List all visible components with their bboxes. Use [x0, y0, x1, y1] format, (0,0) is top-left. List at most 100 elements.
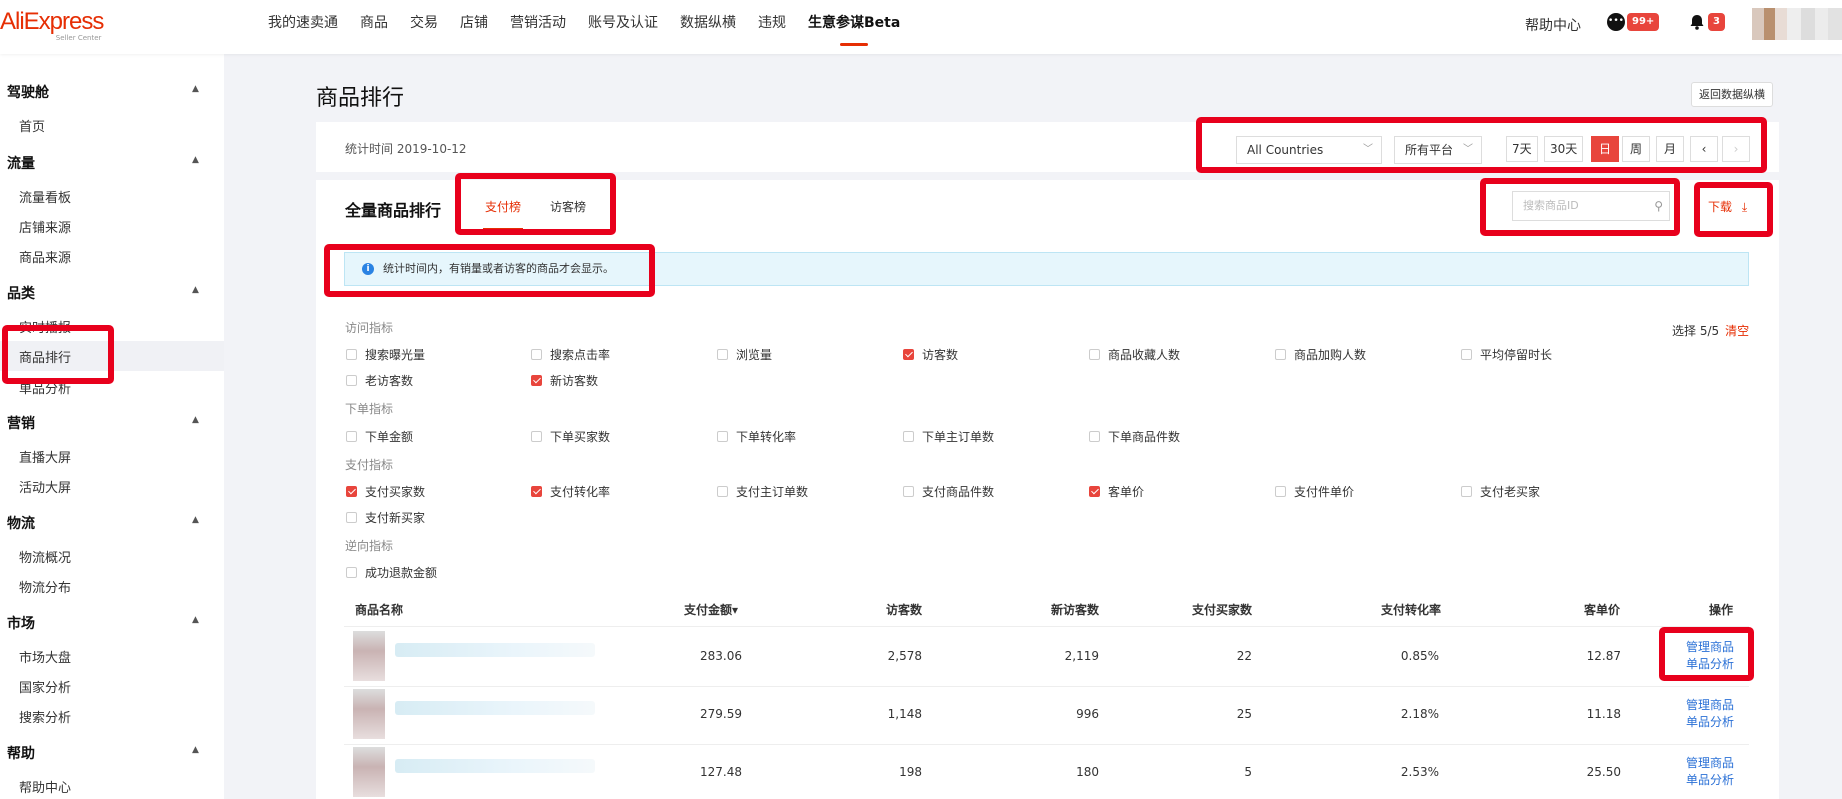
metric-checkbox[interactable]: 支付买家数	[346, 483, 425, 500]
help-center-link[interactable]: 帮助中心	[1525, 15, 1581, 35]
aliexpress-logo[interactable]: AliExpress Seller Center	[0, 10, 104, 42]
metric-checkbox[interactable]: 下单转化率	[717, 428, 796, 445]
checkbox-icon[interactable]	[1089, 431, 1100, 442]
metric-checkbox[interactable]: 老访客数	[346, 372, 413, 389]
back-to-data-button[interactable]: 返回数据纵横	[1691, 82, 1773, 107]
download-button[interactable]: 下载 ⤓	[1708, 198, 1747, 215]
metric-checkbox[interactable]: 下单主订单数	[903, 428, 994, 445]
country-select[interactable]: All Countries ﹀	[1236, 136, 1382, 164]
checkbox-checked-icon[interactable]	[531, 486, 542, 497]
checkbox-icon[interactable]	[346, 375, 357, 386]
metric-checkbox[interactable]: 支付商品件数	[903, 483, 994, 500]
nav-store[interactable]: 店铺	[460, 0, 488, 54]
tab-visitors[interactable]: 访客榜	[550, 198, 586, 215]
collapse-arrow-icon[interactable]: ▲	[192, 285, 199, 295]
checkbox-icon[interactable]	[717, 431, 728, 442]
product-analysis-link[interactable]: 单品分析	[1686, 656, 1734, 673]
clear-selection-link[interactable]: 清空	[1725, 324, 1749, 338]
tab-payment[interactable]: 支付榜	[485, 198, 521, 215]
sidebar-item-live-screen[interactable]: 直播大屏	[19, 447, 71, 466]
checkbox-icon[interactable]	[1089, 349, 1100, 360]
product-analysis-link[interactable]: 单品分析	[1686, 714, 1734, 731]
manage-product-link[interactable]: 管理商品	[1686, 639, 1734, 656]
search-input[interactable]: 搜索商品ID ⚲	[1512, 191, 1670, 221]
sidebar-item-product-analysis[interactable]: 单品分析	[19, 378, 71, 397]
sidebar-item-logistics-distribution[interactable]: 物流分布	[19, 577, 71, 596]
metric-checkbox[interactable]: 支付件单价	[1275, 483, 1354, 500]
sidebar-group-help[interactable]: 帮助	[7, 743, 35, 763]
checkbox-icon[interactable]	[346, 349, 357, 360]
sidebar-item-logistics-overview[interactable]: 物流概况	[19, 547, 71, 566]
manage-product-link[interactable]: 管理商品	[1686, 697, 1734, 714]
notifications-button[interactable]: 3	[1688, 13, 1725, 31]
checkbox-icon[interactable]	[346, 512, 357, 523]
product-thumbnail[interactable]	[353, 631, 385, 681]
sidebar-group-traffic[interactable]: 流量	[7, 153, 35, 173]
metric-checkbox[interactable]: 搜索点击率	[531, 346, 610, 363]
metric-checkbox[interactable]: 支付新买家	[346, 509, 425, 526]
sidebar-item-product-source[interactable]: 商品来源	[19, 247, 71, 266]
sidebar-group-market[interactable]: 市场	[7, 613, 35, 633]
metric-checkbox[interactable]: 支付老买家	[1461, 483, 1540, 500]
checkbox-icon[interactable]	[346, 431, 357, 442]
prev-period-button[interactable]: ‹	[1690, 136, 1718, 162]
platform-select[interactable]: 所有平台 ﹀	[1394, 136, 1482, 164]
nav-my-aliexpress[interactable]: 我的速卖通	[268, 0, 338, 54]
checkbox-checked-icon[interactable]	[531, 375, 542, 386]
checkbox-icon[interactable]	[717, 349, 728, 360]
checkbox-icon[interactable]	[531, 431, 542, 442]
period-7d-button[interactable]: 7天	[1506, 136, 1538, 162]
checkbox-icon[interactable]	[1461, 349, 1472, 360]
sidebar-item-search-analysis[interactable]: 搜索分析	[19, 707, 71, 726]
period-30d-button[interactable]: 30天	[1544, 136, 1584, 162]
checkbox-icon[interactable]	[903, 431, 914, 442]
metric-checkbox[interactable]: 客单价	[1089, 483, 1144, 500]
column-header-payment-amount[interactable]: 支付金额▾	[684, 601, 738, 618]
sidebar-group-marketing[interactable]: 营销	[7, 413, 35, 433]
nav-violations[interactable]: 违规	[758, 0, 786, 54]
metric-checkbox[interactable]: 新访客数	[531, 372, 598, 389]
metric-checkbox[interactable]: 支付转化率	[531, 483, 610, 500]
product-title-redacted[interactable]	[395, 759, 595, 773]
checkbox-icon[interactable]	[531, 349, 542, 360]
nav-orders[interactable]: 交易	[410, 0, 438, 54]
sidebar-group-logistics[interactable]: 物流	[7, 513, 35, 533]
metric-checkbox[interactable]: 支付主订单数	[717, 483, 808, 500]
sidebar-item-country-analysis[interactable]: 国家分析	[19, 677, 71, 696]
metric-checkbox[interactable]: 商品收藏人数	[1089, 346, 1180, 363]
product-thumbnail[interactable]	[353, 747, 385, 797]
sidebar-item-product-ranking[interactable]: 商品排行	[19, 347, 71, 366]
manage-product-link[interactable]: 管理商品	[1686, 755, 1734, 772]
period-month-button[interactable]: 月	[1656, 136, 1684, 162]
collapse-arrow-icon[interactable]: ▲	[192, 84, 199, 94]
metric-checkbox[interactable]: 访客数	[903, 346, 958, 363]
checkbox-icon[interactable]	[1461, 486, 1472, 497]
metric-checkbox[interactable]: 下单金额	[346, 428, 413, 445]
collapse-arrow-icon[interactable]: ▲	[192, 155, 199, 165]
metric-checkbox[interactable]: 浏览量	[717, 346, 772, 363]
sidebar-item-traffic-board[interactable]: 流量看板	[19, 187, 71, 206]
nav-marketing[interactable]: 营销活动	[510, 0, 566, 54]
nav-products[interactable]: 商品	[360, 0, 388, 54]
checkbox-icon[interactable]	[346, 567, 357, 578]
checkbox-checked-icon[interactable]	[1089, 486, 1100, 497]
metric-checkbox[interactable]: 成功退款金额	[346, 564, 437, 581]
product-title-redacted[interactable]	[395, 643, 595, 657]
sidebar-item-help-center[interactable]: 帮助中心	[19, 777, 71, 796]
next-period-button[interactable]: ›	[1722, 136, 1750, 162]
checkbox-icon[interactable]	[1275, 486, 1286, 497]
messages-button[interactable]: ••• 99+	[1607, 13, 1660, 31]
checkbox-icon[interactable]	[903, 486, 914, 497]
metric-checkbox[interactable]: 商品加购人数	[1275, 346, 1366, 363]
collapse-arrow-icon[interactable]: ▲	[192, 515, 199, 525]
period-week-button[interactable]: 周	[1622, 136, 1650, 162]
metric-checkbox[interactable]: 搜索曝光量	[346, 346, 425, 363]
sidebar-group-category[interactable]: 品类	[7, 283, 35, 303]
sidebar-item-home[interactable]: 首页	[19, 116, 45, 135]
collapse-arrow-icon[interactable]: ▲	[192, 415, 199, 425]
product-thumbnail[interactable]	[353, 689, 385, 739]
sidebar-item-realtime[interactable]: 实时播报	[19, 317, 71, 336]
search-icon[interactable]: ⚲	[1654, 192, 1663, 220]
user-avatar[interactable]	[1752, 8, 1842, 40]
sidebar-item-market-overview[interactable]: 市场大盘	[19, 647, 71, 666]
